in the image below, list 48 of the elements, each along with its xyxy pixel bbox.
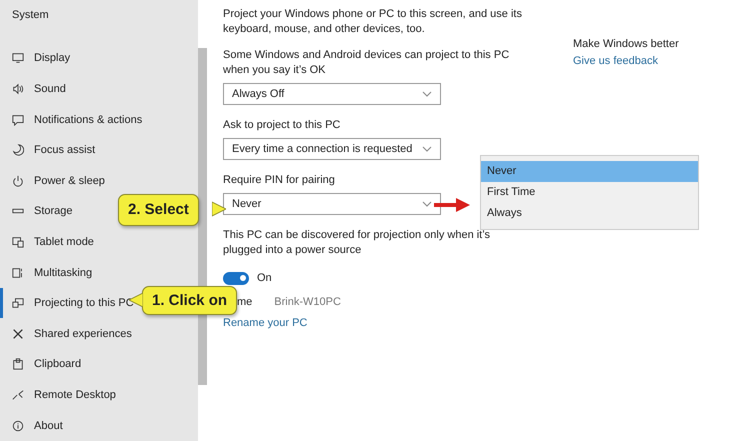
dropdown-option[interactable]: Never bbox=[481, 161, 698, 182]
sidebar-item[interactable]: Power & sleep bbox=[0, 165, 198, 196]
feedback-link[interactable]: Give us feedback bbox=[573, 54, 658, 69]
setting-label: Ask to project to this PC bbox=[223, 118, 340, 133]
sidebar-item[interactable]: Remote Desktop bbox=[0, 380, 198, 410]
pc-name-label: me bbox=[237, 295, 252, 310]
sidebar-item[interactable]: Clipboard bbox=[0, 349, 198, 380]
step-callout-tooltip: 2. Select bbox=[118, 194, 199, 226]
dropdown-field[interactable]: Every time a connection is requested bbox=[223, 138, 441, 160]
sidebar-item[interactable]: Tablet mode bbox=[0, 226, 198, 258]
multi-icon bbox=[12, 266, 24, 279]
dropdown-field[interactable]: Never bbox=[223, 193, 441, 215]
pc-name-value: Brink-W10PC bbox=[274, 295, 341, 310]
clip-icon bbox=[12, 358, 24, 370]
project-icon bbox=[12, 297, 24, 310]
power-icon bbox=[12, 174, 24, 187]
setting-label: Some Windows and Android devices can project to this PC when you say it’s OK bbox=[223, 48, 510, 78]
toggle-label: On bbox=[257, 271, 272, 286]
info-icon bbox=[12, 420, 24, 432]
sidebar-item[interactable]: Sound bbox=[0, 74, 198, 104]
rename-link[interactable]: Rename your PC bbox=[223, 316, 308, 331]
side-heading: Make Windows better bbox=[573, 37, 679, 52]
dropdown-option[interactable]: Always bbox=[481, 203, 698, 224]
moon-icon bbox=[12, 144, 24, 156]
setting-label: Require PIN for pairing bbox=[223, 173, 335, 188]
sidebar-item[interactable]: Notifications & actions bbox=[0, 104, 198, 135]
sidebar-item[interactable]: Multitasking bbox=[0, 257, 198, 288]
dropdown-field[interactable]: Always Off bbox=[223, 83, 441, 105]
arrow-icon bbox=[434, 198, 470, 212]
power-note-text: This PC can be discovered for projection only when it’s plugged into a power source bbox=[223, 228, 491, 258]
dropdown-option[interactable]: First Time bbox=[481, 182, 698, 203]
shared-icon bbox=[12, 328, 24, 340]
toggle-switch[interactable] bbox=[223, 272, 249, 285]
sidebar-item[interactable]: Display bbox=[0, 43, 198, 74]
tablet-icon bbox=[12, 236, 24, 248]
chevron-icon bbox=[422, 201, 432, 207]
chevron-icon bbox=[422, 91, 432, 97]
callout-pointer-icon bbox=[212, 199, 226, 219]
sound-icon bbox=[12, 82, 24, 95]
monitor-icon bbox=[12, 52, 24, 64]
sidebar-item[interactable]: Focus assist bbox=[0, 134, 198, 166]
intro-text: Project your Windows phone or PC to this screen, and use its keyboard, mouse, and other devices, too. bbox=[223, 7, 523, 37]
sidebar-item[interactable]: Shared experiences bbox=[0, 318, 198, 350]
chevron-icon bbox=[422, 146, 432, 152]
sidebar-item[interactable]: About bbox=[0, 410, 198, 441]
note-icon bbox=[12, 114, 24, 126]
sidebar-title: System bbox=[11, 9, 50, 21]
remote-icon bbox=[12, 389, 24, 401]
